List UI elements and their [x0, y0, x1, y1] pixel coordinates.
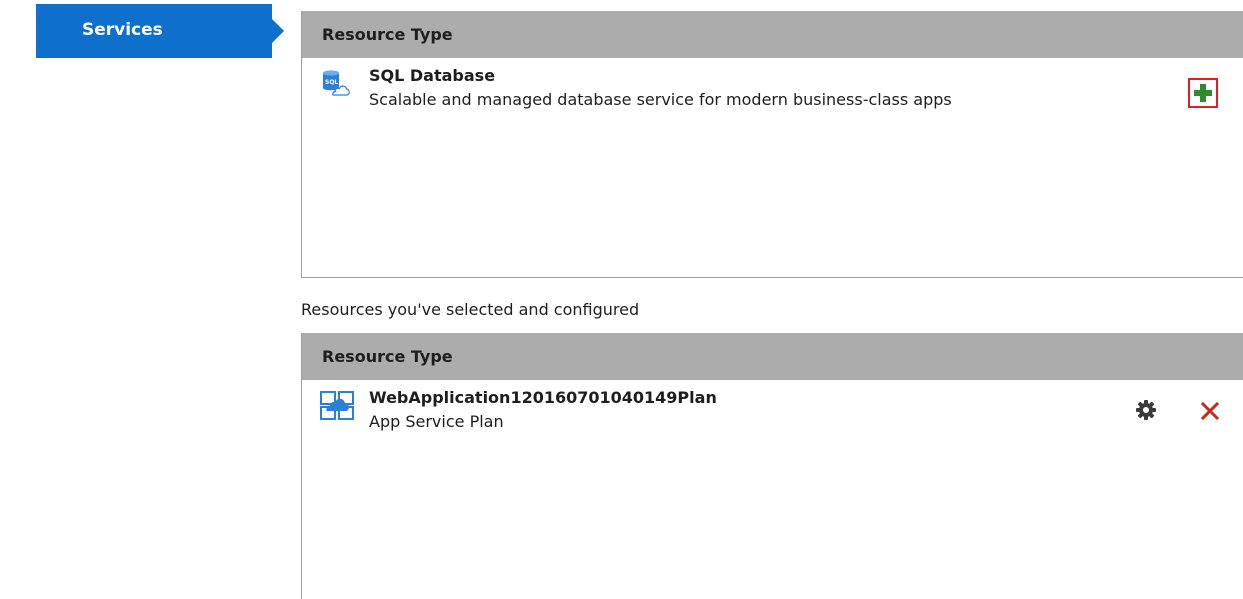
svg-text:SQL: SQL — [325, 79, 338, 86]
add-sql-database-button[interactable] — [1188, 78, 1218, 108]
configured-resources-caption: Resources you've selected and configured — [301, 300, 640, 319]
sql-database-description: Scalable and managed database service fo… — [369, 90, 952, 109]
nav-tab-label: Services — [82, 20, 163, 40]
list-item-sql-database[interactable]: SQL SQL Database Scalable and managed da… — [302, 58, 1243, 118]
list-item-app-service-plan[interactable]: WebApplication120160701040149Plan App Se… — [302, 380, 1243, 440]
add-icon — [1190, 80, 1216, 106]
nav-tab-services[interactable]: Services — [36, 4, 284, 58]
app-service-plan-title: WebApplication120160701040149Plan — [369, 388, 717, 407]
sql-database-title: SQL Database — [369, 66, 496, 85]
app-service-plan-icon — [320, 390, 354, 420]
configured-resources-header: Resource Type — [302, 333, 1243, 380]
gear-icon — [1135, 400, 1157, 425]
delete-button[interactable] — [1199, 400, 1221, 422]
configured-resources-panel: Resource Type WebApplication120160701040… — [301, 333, 1243, 599]
app-service-plan-description: App Service Plan — [369, 412, 504, 431]
sql-database-icon: SQL — [320, 68, 350, 98]
configure-button[interactable] — [1135, 399, 1157, 421]
resource-type-column-header: Resource Type — [322, 347, 453, 366]
resource-type-column-header: Resource Type — [322, 25, 453, 44]
available-resources-panel: Resource Type SQL SQL Database Scalable … — [301, 11, 1243, 278]
available-resources-header: Resource Type — [302, 11, 1243, 58]
services-dialog: Services Resource Type SQL SQL Database … — [0, 0, 1243, 599]
delete-icon — [1199, 401, 1221, 426]
